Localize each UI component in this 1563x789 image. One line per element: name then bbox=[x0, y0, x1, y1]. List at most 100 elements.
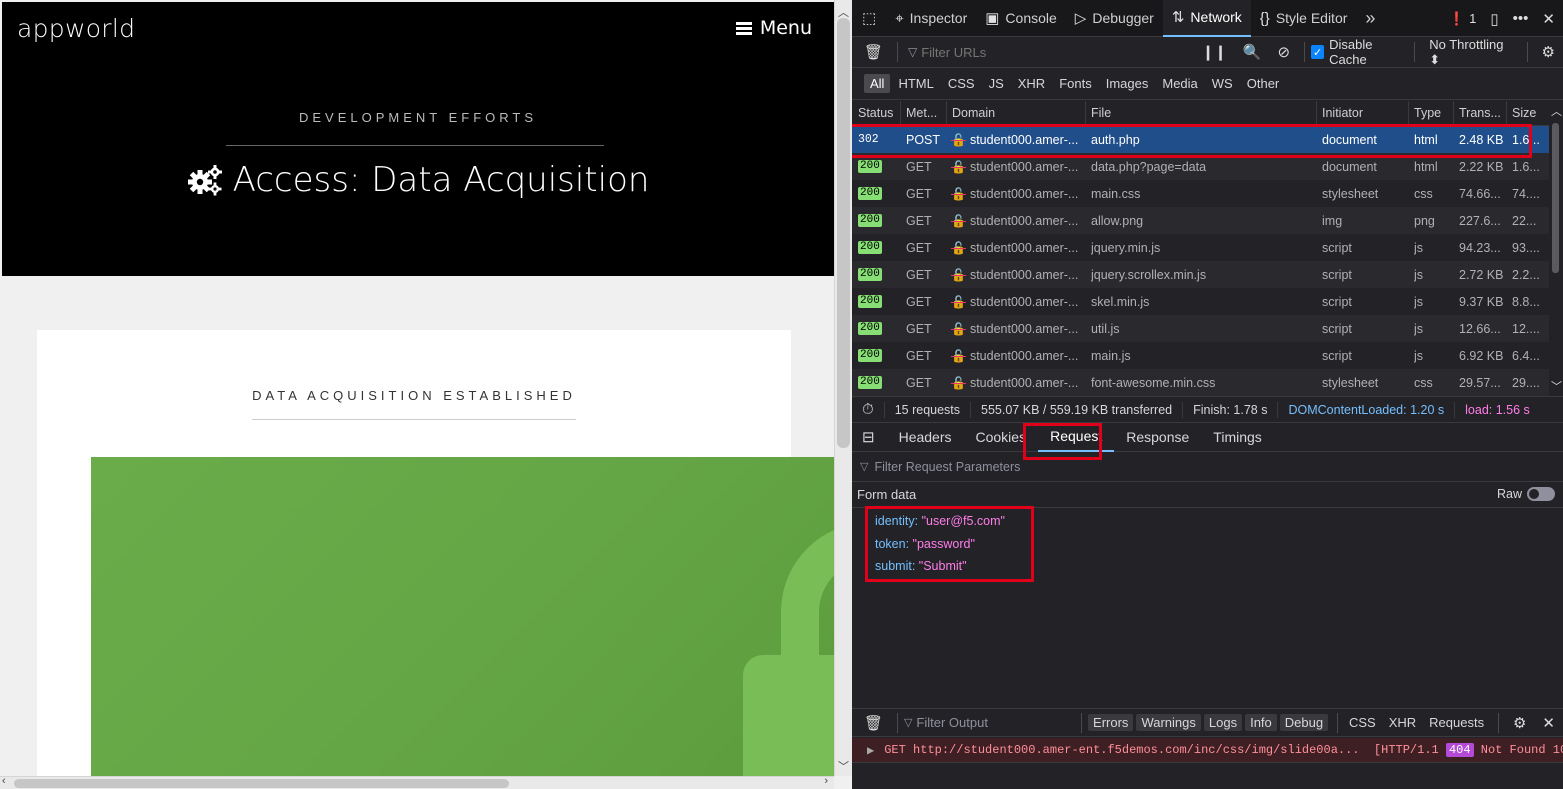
block-icon[interactable]: ⊘ bbox=[1270, 43, 1299, 61]
more-tabs-icon[interactable]: » bbox=[1356, 0, 1384, 37]
request-row[interactable]: 200 GET 🔓 student000.amer-... font-awesome.m… bbox=[852, 369, 1563, 396]
console-filter-logs[interactable]: Logs bbox=[1203, 714, 1243, 731]
column-method[interactable]: Met... bbox=[900, 101, 946, 125]
filter-output-input[interactable]: Filter Output bbox=[916, 715, 1075, 730]
timer-icon[interactable]: ⏱ bbox=[852, 401, 885, 418]
filter-urls-input[interactable] bbox=[921, 44, 1194, 60]
trash-icon[interactable]: 🗑 bbox=[852, 714, 891, 732]
console-filter-info[interactable]: Info bbox=[1245, 714, 1277, 731]
console-filter-css[interactable]: CSS bbox=[1344, 714, 1381, 731]
error-indicator[interactable]: ❗ 1 bbox=[1449, 10, 1477, 27]
filter-images[interactable]: Images bbox=[1100, 74, 1155, 93]
console-filter-debug[interactable]: Debug bbox=[1279, 714, 1329, 731]
tab-console[interactable]: ▣ Console bbox=[976, 0, 1066, 37]
expand-arrow-icon[interactable]: ▶ bbox=[867, 743, 874, 758]
menu-button[interactable]: Menu bbox=[735, 17, 812, 39]
scroll-down-arrow-icon[interactable]: ﹀ bbox=[1551, 378, 1562, 394]
tab-request[interactable]: Request bbox=[1038, 423, 1115, 452]
tab-timings[interactable]: Timings bbox=[1201, 423, 1274, 452]
tab-cookies[interactable]: Cookies bbox=[964, 423, 1039, 452]
toggle-switch-icon[interactable] bbox=[1527, 487, 1555, 501]
scroll-left-arrow-icon[interactable]: ‹ bbox=[2, 775, 6, 787]
site-logo[interactable]: appworld bbox=[17, 14, 135, 43]
console-error-message[interactable]: ▶ GET http://student000.amer-ent.f5demos… bbox=[852, 738, 1563, 762]
request-list-scroll-thumb[interactable] bbox=[1552, 123, 1559, 273]
summary-load: load: 1.56 s bbox=[1465, 402, 1530, 417]
horizontal-scroll-thumb[interactable] bbox=[14, 779, 509, 788]
filter-js[interactable]: JS bbox=[983, 74, 1010, 93]
request-row[interactable]: 200 GET 🔓 student000.amer-... main.js script j… bbox=[852, 342, 1563, 369]
filter-other[interactable]: Other bbox=[1241, 74, 1286, 93]
request-row[interactable]: 200 GET 🔓 student000.amer-... jquery.min.js s… bbox=[852, 234, 1563, 261]
filter-media[interactable]: Media bbox=[1156, 74, 1203, 93]
tab-network[interactable]: ⇅ Network bbox=[1162, 0, 1251, 37]
console-filter-xhr[interactable]: XHR bbox=[1384, 714, 1421, 731]
size-cell: 22... bbox=[1512, 213, 1537, 228]
close-icon[interactable]: ✕ bbox=[1534, 714, 1563, 732]
toggle-sidebar-icon[interactable]: ⊟ bbox=[852, 428, 887, 446]
request-row[interactable]: 200 GET 🔓 student000.amer-... skel.min.js scr… bbox=[852, 288, 1563, 315]
console-filter-errors[interactable]: Errors bbox=[1088, 714, 1134, 731]
more-options-icon[interactable]: ••• bbox=[1513, 10, 1529, 27]
filter-html[interactable]: HTML bbox=[892, 74, 939, 93]
filter-css[interactable]: CSS bbox=[942, 74, 981, 93]
filter-ws[interactable]: WS bbox=[1206, 74, 1239, 93]
file-cell: data.php?page=data bbox=[1091, 159, 1207, 174]
page-horizontal-scrollbar[interactable]: ‹ › bbox=[0, 775, 834, 789]
column-size[interactable]: Size bbox=[1506, 101, 1549, 125]
request-row[interactable]: 200 GET 🔓 student000.amer-... main.css styles… bbox=[852, 180, 1563, 207]
column-type[interactable]: Type bbox=[1408, 101, 1454, 125]
filter-fonts[interactable]: Fonts bbox=[1053, 74, 1098, 93]
raw-label: Raw bbox=[1496, 487, 1522, 501]
column-file[interactable]: File bbox=[1085, 101, 1316, 125]
insecure-lock-icon: 🔓 bbox=[951, 213, 966, 228]
page-vertical-scrollbar[interactable]: ︿ ﹀ bbox=[834, 0, 852, 776]
request-list-scrollbar[interactable]: ︿ ﹀ bbox=[1549, 101, 1563, 396]
request-row[interactable]: 302 POST 🔓 student000.amer-... auth.php docum… bbox=[852, 126, 1563, 153]
scroll-right-arrow-icon[interactable]: › bbox=[824, 775, 828, 787]
search-icon[interactable]: 🔍 bbox=[1235, 43, 1270, 61]
request-row[interactable]: 200 GET 🔓 student000.amer-... data.php?page=… bbox=[852, 153, 1563, 180]
method-cell: GET bbox=[906, 294, 932, 309]
console-filter-warnings[interactable]: Warnings bbox=[1136, 714, 1201, 731]
settings-gear-icon[interactable]: ⚙ bbox=[1505, 714, 1534, 732]
responsive-design-icon[interactable]: ▯ bbox=[1490, 10, 1498, 28]
request-row[interactable]: 200 GET 🔓 student000.amer-... util.js script j… bbox=[852, 315, 1563, 342]
throttling-select[interactable]: No Throttling ⬍ bbox=[1421, 37, 1520, 68]
console-input[interactable] bbox=[852, 762, 1563, 789]
tab-debugger[interactable]: ▷ Debugger bbox=[1066, 0, 1163, 37]
settings-gear-icon[interactable]: ⚙ bbox=[1534, 43, 1563, 61]
tab-headers[interactable]: Headers bbox=[887, 423, 964, 452]
column-transferred[interactable]: Trans... bbox=[1453, 101, 1507, 125]
form-param-row[interactable]: identity: "user@f5.com" bbox=[875, 510, 1563, 533]
filter-xhr[interactable]: XHR bbox=[1012, 74, 1051, 93]
tab-style-editor[interactable]: {} Style Editor bbox=[1251, 0, 1357, 37]
console-filter-requests[interactable]: Requests bbox=[1424, 714, 1489, 731]
trash-icon[interactable]: 🗑 bbox=[852, 43, 891, 61]
disable-cache-checkbox[interactable]: ✓ Disable Cache bbox=[1311, 37, 1408, 67]
scroll-up-arrow-icon[interactable]: ︿ bbox=[1551, 103, 1562, 119]
status-cell: 302 bbox=[858, 126, 901, 153]
filter-icon: ▽ bbox=[903, 717, 913, 729]
pause-icon[interactable]: ❙❙ bbox=[1194, 43, 1235, 61]
filter-request-params-input[interactable]: Filter Request Parameters bbox=[874, 460, 1020, 474]
tab-response[interactable]: Response bbox=[1114, 423, 1201, 452]
request-params-filter[interactable]: ▽ Filter Request Parameters bbox=[852, 452, 1563, 482]
method-cell: GET bbox=[906, 348, 932, 363]
column-status[interactable]: Status bbox=[858, 101, 901, 125]
file-cell: auth.php bbox=[1091, 132, 1140, 147]
vertical-scroll-thumb[interactable] bbox=[837, 18, 850, 448]
element-picker-icon[interactable]: ⬚ bbox=[858, 9, 886, 27]
close-icon[interactable]: ✕ bbox=[1542, 10, 1555, 28]
filter-all[interactable]: All bbox=[864, 74, 891, 93]
column-domain[interactable]: Domain bbox=[946, 101, 1086, 125]
console-message-url[interactable]: GET http://student000.amer-ent.f5demos.c… bbox=[884, 743, 1359, 757]
form-param-row[interactable]: token: "password" bbox=[875, 533, 1563, 556]
request-row[interactable]: 200 GET 🔓 student000.amer-... allow.png img pn… bbox=[852, 207, 1563, 234]
column-initiator[interactable]: Initiator bbox=[1316, 101, 1409, 125]
raw-toggle[interactable]: Raw bbox=[1497, 487, 1555, 501]
tab-inspector[interactable]: ⌖ Inspector bbox=[886, 0, 976, 37]
scroll-down-arrow-icon[interactable]: ﹀ bbox=[838, 758, 849, 774]
request-row[interactable]: 200 GET 🔓 student000.amer-... jquery.scrolle… bbox=[852, 261, 1563, 288]
form-param-row[interactable]: submit: "Submit" bbox=[875, 555, 1563, 578]
